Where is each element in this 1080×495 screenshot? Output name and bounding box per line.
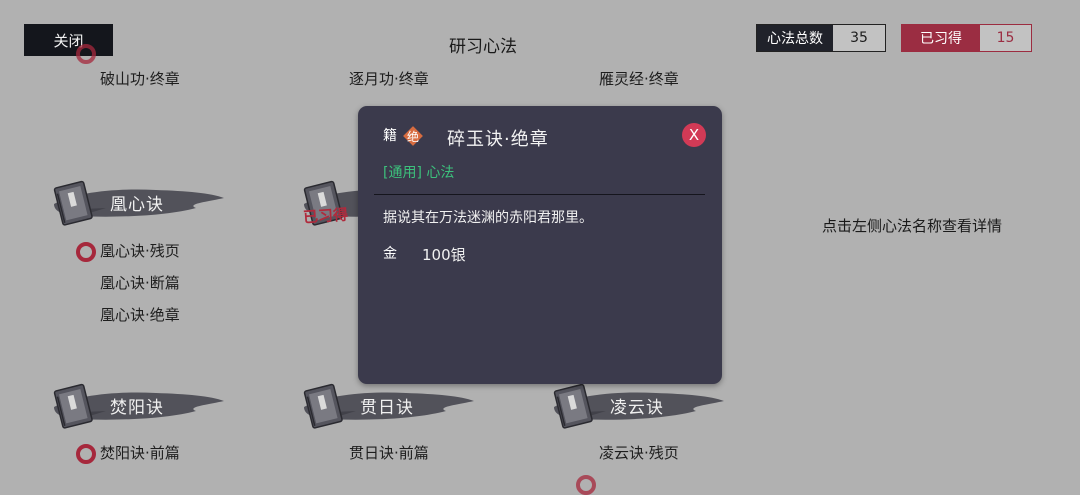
list-item[interactable]: 贯日诀·前篇 — [349, 442, 429, 463]
book-badge-icon: 籍 — [383, 128, 397, 144]
group-header-guanri[interactable]: 贯日诀 — [296, 381, 476, 431]
popup-description: 据说其在万法迷渊的赤阳君那里。 — [383, 210, 593, 226]
owned-mark-icon — [76, 44, 96, 64]
list-item[interactable]: 焚阳诀·前篇 — [100, 442, 180, 463]
popup-title: 碎玉诀·绝章 — [447, 129, 549, 150]
owned-mark-icon — [76, 444, 96, 464]
rarity-badge-label: 绝 — [406, 129, 419, 144]
popup-close-button[interactable]: X — [682, 123, 706, 147]
detail-popup: 籍 绝 碎玉诀·绝章 X [通用] 心法 据说其在万法迷渊的赤阳君那里。 金 1… — [358, 106, 722, 384]
divider — [374, 194, 705, 195]
coin-icon: 金 — [383, 246, 397, 262]
owned-mark-icon — [76, 242, 96, 262]
list-item[interactable]: 凰心诀·绝章 — [100, 304, 180, 325]
list-item[interactable]: 凌云诀·残页 — [599, 442, 679, 463]
list-item[interactable]: 凰心诀·断篇 — [100, 272, 180, 293]
list-item[interactable]: 雁灵经·终章 — [599, 68, 679, 89]
owned-mark-icon — [576, 475, 596, 495]
list-item[interactable]: 逐月功·终章 — [349, 68, 429, 89]
popup-category-tag: [通用] 心法 — [383, 165, 455, 181]
total-count-value: 35 — [833, 25, 885, 51]
group-name: 凌云诀 — [610, 398, 664, 418]
total-count-badge: 心法总数 35 — [756, 24, 886, 52]
group-header-fenyang[interactable]: 焚阳诀 — [46, 381, 226, 431]
group-name: 贯日诀 — [360, 398, 414, 418]
list-item[interactable]: 破山功·终章 — [100, 68, 180, 89]
rarity-badge-icon: 绝 — [403, 126, 423, 146]
owned-count-badge: 已习得 15 — [901, 24, 1032, 52]
owned-stamp: 已习得 — [302, 205, 349, 227]
list-item[interactable]: 凰心诀·残页 — [100, 240, 180, 261]
owned-count-value: 15 — [980, 25, 1031, 51]
group-name: 焚阳诀 — [110, 398, 164, 418]
total-count-label: 心法总数 — [757, 25, 833, 51]
group-name: 凰心诀 — [110, 195, 164, 215]
detail-hint: 点击左侧心法名称查看详情 — [822, 217, 1003, 235]
group-header-huangxin[interactable]: 凰心诀 — [46, 178, 226, 228]
popup-price: 100银 — [422, 246, 466, 264]
owned-count-label: 已习得 — [902, 25, 980, 51]
group-header-lingyun[interactable]: 凌云诀 — [546, 381, 726, 431]
